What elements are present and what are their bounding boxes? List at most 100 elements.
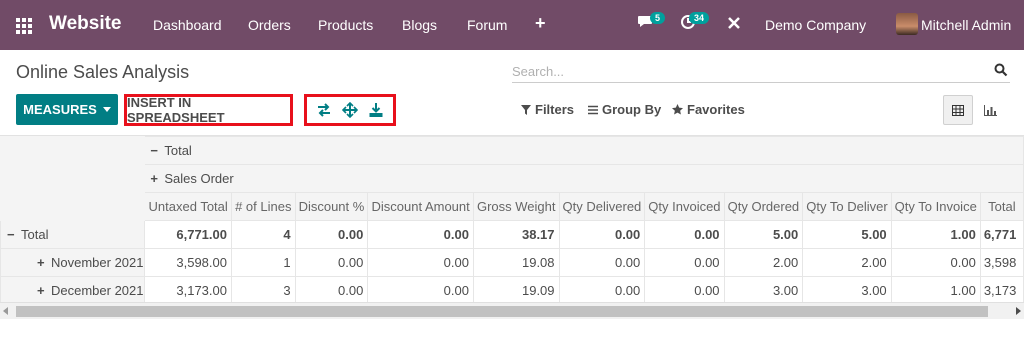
cell-value[interactable]: 19.09 [472,276,560,302]
expand-all-icon[interactable] [342,102,358,118]
pivot-table: − Total + Sales Order Untaxed Total # of L… [0,136,1024,302]
messages-count-badge: 5 [650,12,666,24]
pivot-corner [0,136,146,221]
graph-view-button[interactable] [977,95,1003,125]
cell-value[interactable]: 0.00 [558,248,646,277]
cell-value[interactable]: 0.00 [294,276,369,302]
collapse-icon: − [150,143,158,158]
nav-products[interactable]: Products [318,17,373,33]
cell-value[interactable]: 3,173.00 [144,276,232,302]
caret-down-icon [102,107,111,112]
measure-header[interactable]: Gross Weight [472,192,560,221]
row-label: December 2021 [51,283,144,298]
row-label: November 2021 [51,255,144,270]
measure-header[interactable]: # of Lines [230,192,296,221]
nav-orders[interactable]: Orders [248,17,291,33]
nav-new-content-button[interactable]: + [535,13,546,34]
col-header-sales-order[interactable]: + Sales Order [144,164,1024,193]
debug-tools-button[interactable] [727,16,741,34]
cell-value[interactable]: 0.00 [644,220,725,249]
measure-header[interactable]: Untaxed Total [144,192,232,221]
tools-icon [728,17,740,29]
cell-value[interactable]: 19.08 [472,248,560,277]
favorites-dropdown[interactable]: Favorites [672,102,745,117]
cell-value[interactable]: 0.00 [644,248,725,277]
measure-header[interactable]: Qty To Invoice [890,192,981,221]
app-brand[interactable]: Website [49,13,122,35]
measure-header[interactable]: Discount Amount [367,192,474,221]
user-menu[interactable]: Mitchell Admin [921,17,1011,33]
row-header-total[interactable]: − Total [0,220,146,249]
cell-value[interactable]: 3,598 [979,248,1024,277]
cell-value[interactable]: 2.00 [802,248,892,277]
cell-value[interactable]: 3 [230,276,296,302]
cell-value[interactable]: 0.00 [890,248,981,277]
cell-value[interactable]: 3,173 [979,276,1024,302]
measure-header[interactable]: Total [979,192,1024,221]
cell-value[interactable]: 0.00 [367,276,474,302]
bar-chart-icon [983,104,997,116]
star-icon [672,104,683,115]
cell-value[interactable]: 0.00 [367,220,474,249]
cell-value[interactable]: 1.00 [890,220,981,249]
scroll-left-arrow-icon[interactable] [3,307,8,315]
scroll-right-arrow-icon[interactable] [1016,307,1021,315]
nav-forum[interactable]: Forum [467,17,507,33]
company-switcher[interactable]: Demo Company [765,17,866,33]
cell-value[interactable]: 3,598.00 [144,248,232,277]
cell-value[interactable]: 5.00 [723,220,804,249]
cell-value[interactable]: 2.00 [723,248,804,277]
measure-header[interactable]: Qty Delivered [558,192,646,221]
cell-value[interactable]: 0.00 [294,220,369,249]
measure-header[interactable]: Discount % [294,192,369,221]
horizontal-scrollbar[interactable] [0,302,1024,319]
collapse-icon: − [7,227,15,242]
cell-value[interactable]: 3.00 [802,276,892,302]
cell-value[interactable]: 0.00 [558,276,646,302]
measures-button[interactable]: MEASURES [16,94,118,125]
scrollbar-thumb[interactable] [16,306,988,317]
row-header-november-2021[interactable]: + November 2021 [0,248,146,277]
measure-header[interactable]: Qty Invoiced [644,192,725,221]
list-icon [588,105,598,114]
cell-value[interactable]: 6,771 [979,220,1024,249]
col-group-label: Sales Order [164,171,234,186]
table-row: − Total 6,771.00 4 0.00 0.00 38.17 0.00 0… [0,220,1024,249]
group-by-dropdown[interactable]: Group By [588,102,661,117]
cell-value[interactable]: 0.00 [644,276,725,302]
nav-blogs[interactable]: Blogs [402,17,437,33]
cell-value[interactable]: 3.00 [723,276,804,302]
user-avatar[interactable] [896,13,918,35]
pivot-actions-group [304,94,396,126]
flip-axis-icon[interactable] [316,102,332,118]
page-title: Online Sales Analysis [16,62,190,82]
measures-label: MEASURES [23,102,97,117]
filters-dropdown[interactable]: Filters [521,102,574,117]
cell-value[interactable]: 0.00 [558,220,646,249]
nav-dashboard[interactable]: Dashboard [153,17,222,33]
cell-value[interactable]: 0.00 [294,248,369,277]
col-header-total[interactable]: − Total [144,136,1024,165]
row-header-december-2021[interactable]: + December 2021 [0,276,146,302]
filter-icon [521,104,531,115]
table-row: + December 2021 3,173.00 3 0.00 0.00 19.0… [0,276,1024,302]
cell-value[interactable]: 5.00 [802,220,892,249]
download-icon[interactable] [368,102,384,118]
expand-icon: + [150,171,158,186]
cell-value[interactable]: 4 [230,220,296,249]
cell-value[interactable]: 0.00 [367,248,474,277]
cell-value[interactable]: 6,771.00 [144,220,232,249]
expand-icon: + [37,255,45,270]
insert-in-spreadsheet-button[interactable]: INSERT IN SPREADSHEET [124,94,293,126]
activities-count-badge: 34 [689,12,710,24]
cell-value[interactable]: 1.00 [890,276,981,302]
apps-menu-icon[interactable] [16,18,32,34]
search-icon[interactable] [994,63,1008,77]
pivot-table-container: − Total + Sales Order Untaxed Total # of L… [0,136,1024,302]
search-input[interactable] [512,60,982,82]
pivot-view-button[interactable] [943,95,973,125]
measure-header[interactable]: Qty Ordered [723,192,804,221]
measure-header[interactable]: Qty To Deliver [802,192,892,221]
cell-value[interactable]: 1 [230,248,296,277]
cell-value[interactable]: 38.17 [472,220,560,249]
